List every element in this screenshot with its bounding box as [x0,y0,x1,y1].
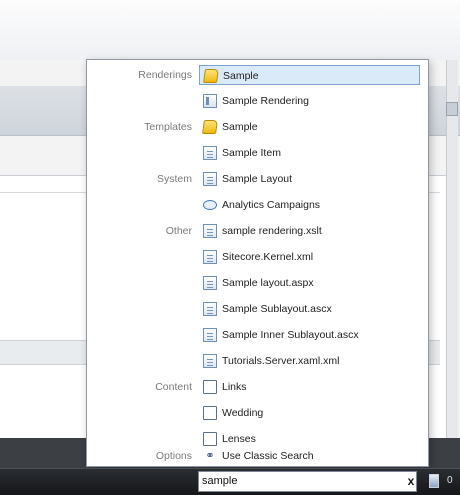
result-row: Sample Inner Sublayout.ascx [87,322,428,348]
result-item-label: Links [222,381,247,393]
result-item-label: Wedding [222,407,264,419]
result-row: Wedding [87,400,428,426]
result-item-templates-sample[interactable]: Sample [199,117,419,137]
file-icon [203,250,217,264]
category-label-content: Content [155,381,192,393]
background-toolbar [0,0,460,60]
result-item-label: Use Classic Search [222,450,314,462]
document-icon [203,146,217,160]
result-item-analytics-campaigns[interactable]: Analytics Campaigns [199,195,419,215]
page-icon [203,380,217,394]
result-item-label: Sample Sublayout.ascx [222,303,332,315]
result-row: Sample Sublayout.ascx [87,296,428,322]
result-item-label: Sample Inner Sublayout.ascx [222,329,359,341]
classic-search-icon: ⚭ [205,450,215,462]
result-item-sitecore-kernel-xml[interactable]: Sitecore.Kernel.xml [199,247,419,267]
result-item-sample-inner-sublayout-ascx[interactable]: Sample Inner Sublayout.ascx [199,325,419,345]
file-icon [203,302,217,316]
result-item-sample-item[interactable]: Sample Item [199,143,419,163]
tray-app-icon[interactable] [429,474,439,488]
result-item-label: Sample [223,70,259,82]
result-row: Options ⚭ Use Classic Search [87,443,428,469]
result-item-label: Sample layout.aspx [222,277,314,289]
result-row: Sample layout.aspx [87,270,428,296]
result-row: Sample Item [87,140,428,166]
result-item-label: sample rendering.xslt [222,225,322,237]
background-collapse-button[interactable] [446,102,458,116]
file-icon [203,354,217,368]
document-icon [203,172,217,186]
result-row: Analytics Campaigns [87,192,428,218]
result-row: Other sample rendering.xslt [87,218,428,244]
result-item-links[interactable]: Links [199,377,419,397]
category-label-other: Other [165,225,192,237]
file-icon [203,276,217,290]
category-label-renderings: Renderings [138,69,192,81]
result-item-sample-layout[interactable]: Sample Layout [199,169,419,189]
result-item-renderings-sample[interactable]: Sample [199,65,420,85]
result-row: System Sample Layout [87,166,428,192]
result-item-label: Sample Layout [222,173,293,185]
result-item-sample-rendering-xslt[interactable]: sample rendering.xslt [199,221,419,241]
result-item-label: Sample Rendering [222,95,309,107]
result-row: Tutorials.Server.xaml.xml [87,348,428,374]
result-item-sample-layout-aspx[interactable]: Sample layout.aspx [199,273,419,293]
use-classic-search-option[interactable]: ⚭ Use Classic Search [199,446,419,466]
result-item-sample-rendering[interactable]: Sample Rendering [199,91,419,111]
result-item-label: Analytics Campaigns [222,199,321,211]
search-results-dropdown: Renderings Sample Sample Rendering Templ… [86,59,429,467]
result-item-tutorials-server-xaml-xml[interactable]: Tutorials.Server.xaml.xml [199,351,419,371]
page-icon [203,406,217,420]
clear-search-button[interactable]: x [404,474,418,488]
search-input[interactable]: sample [198,471,417,492]
campaign-icon [203,200,217,210]
folder-icon [203,69,219,83]
result-row: Renderings Sample [87,62,428,88]
result-item-label: Sample Item [222,147,281,159]
result-row: Sitecore.Kernel.xml [87,244,428,270]
category-label-options: Options [155,450,192,462]
category-label-templates: Templates [144,121,192,133]
file-icon [203,224,217,238]
result-row: Sample Rendering [87,88,428,114]
result-item-label: Tutorials.Server.xaml.xml [222,355,340,367]
category-label-system: System [156,173,192,185]
result-item-sample-sublayout-ascx[interactable]: Sample Sublayout.ascx [199,299,419,319]
result-row: Templates Sample [87,114,428,140]
result-item-wedding[interactable]: Wedding [199,403,419,423]
tray-text: 0 [447,475,453,486]
rendering-icon [203,94,217,108]
background-scrollbar[interactable] [446,60,458,440]
file-icon [203,328,217,342]
folder-icon [202,120,218,134]
result-row: Content Links [87,374,428,400]
result-item-label: Sitecore.Kernel.xml [222,251,314,263]
result-item-label: Sample [222,121,258,133]
